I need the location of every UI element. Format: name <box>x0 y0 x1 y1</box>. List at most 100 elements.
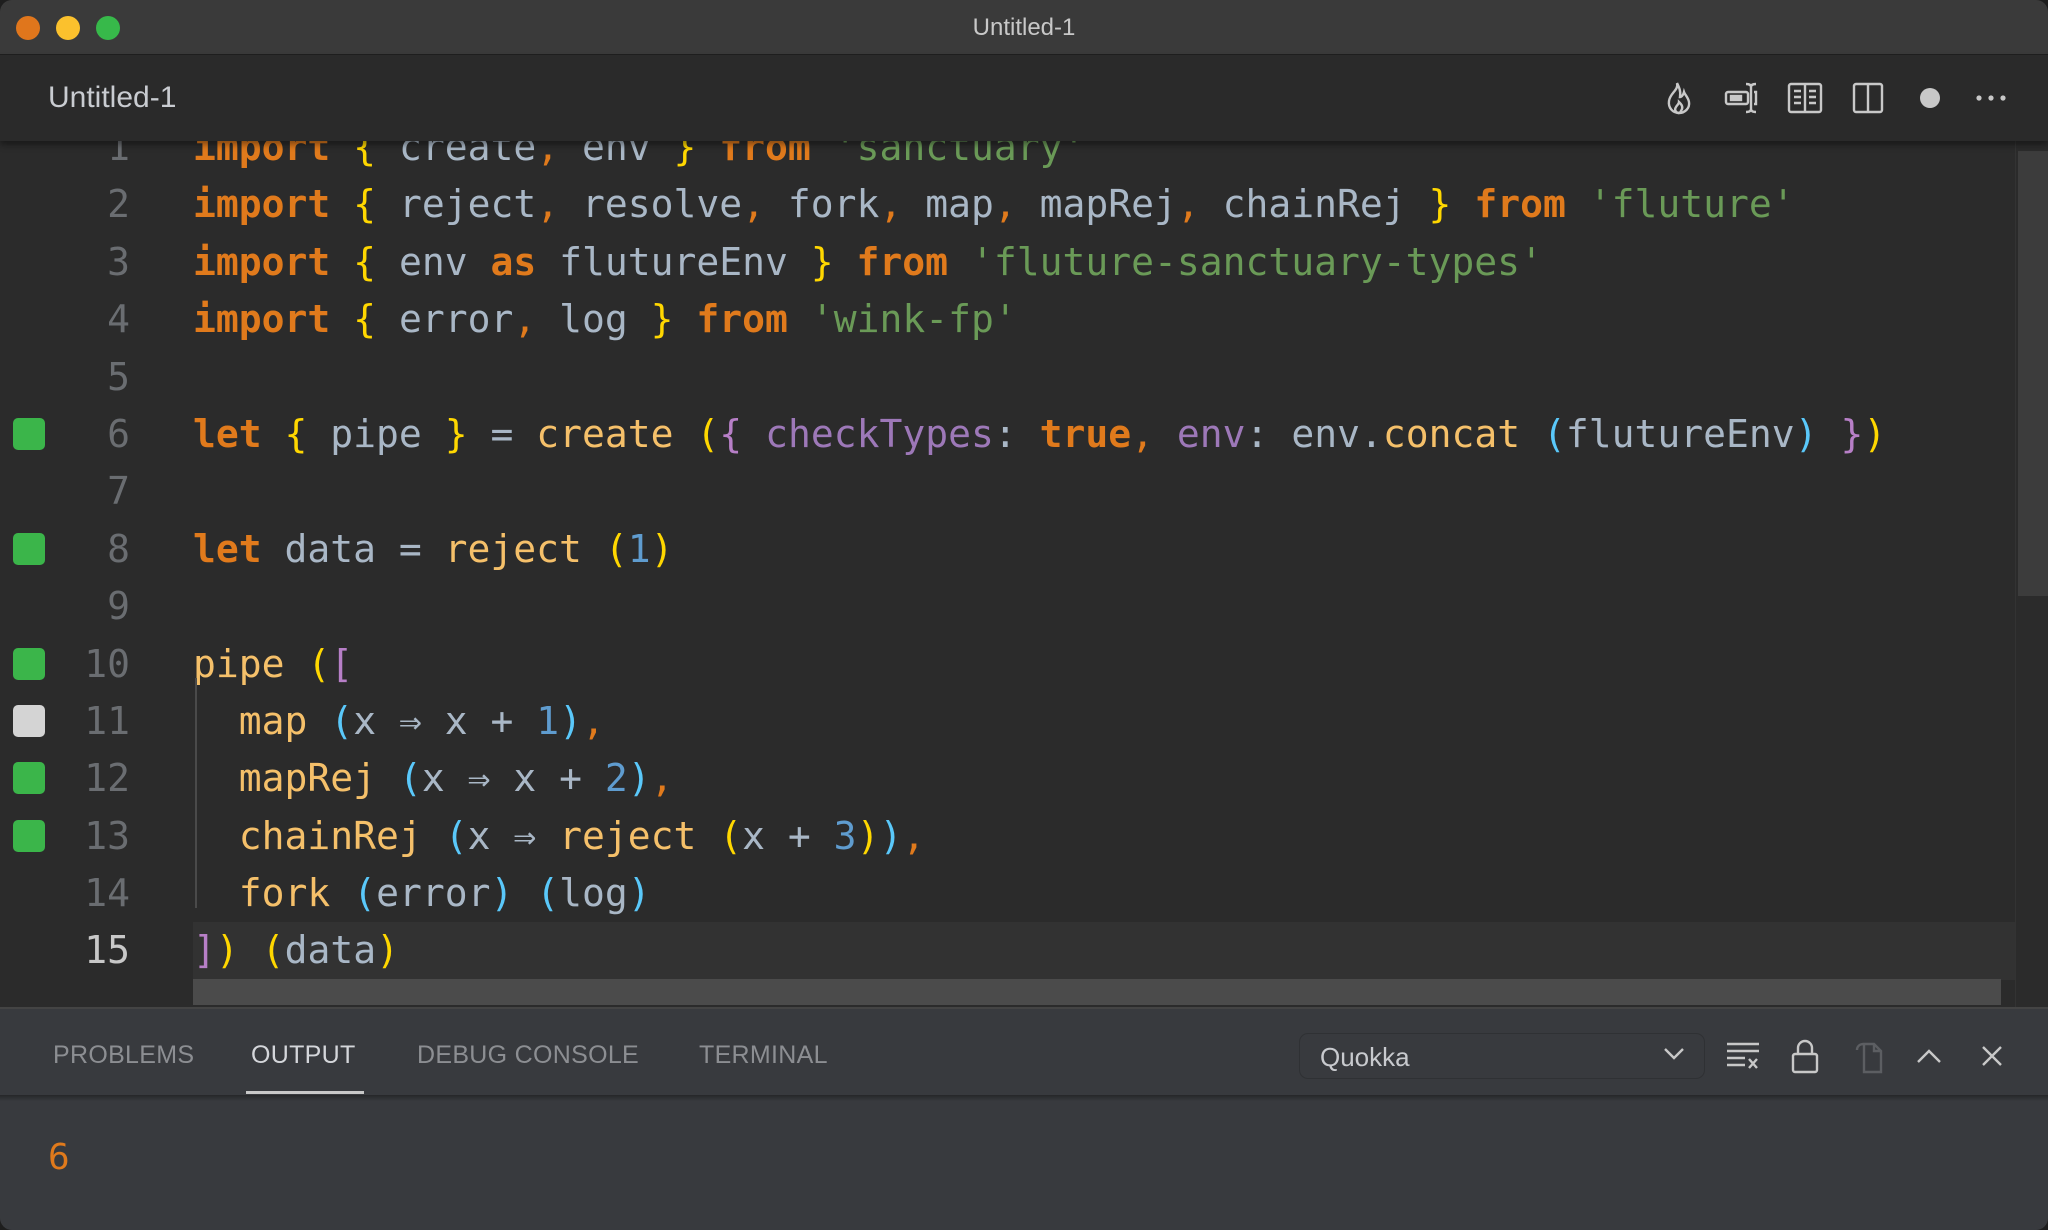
code-token: : <box>993 411 1040 456</box>
coverage-marker-covered <box>13 762 45 795</box>
code-token: , <box>993 182 1017 227</box>
code-line[interactable]: 9 <box>0 578 2015 635</box>
title-bar: Untitled-1 <box>0 0 2048 55</box>
tab-debug-console[interactable]: DEBUG CONSOLE <box>417 1041 639 1070</box>
code-line[interactable]: 12 mapRej (x ⇒ x + 2), <box>0 750 2015 807</box>
code-token: } <box>650 297 674 342</box>
window-title: Untitled-1 <box>972 14 1076 41</box>
line-number: 4 <box>107 297 130 342</box>
split-editor-icon[interactable] <box>1850 79 1886 117</box>
code-token: ( <box>536 871 560 916</box>
code-token: 1 <box>536 698 560 743</box>
code-token: , <box>582 698 605 743</box>
code-token: ) <box>215 928 239 973</box>
code-token: } <box>673 141 697 169</box>
output-channel-select[interactable]: Quokka <box>1299 1033 1705 1079</box>
code-line[interactable]: 10 pipe ([ <box>0 636 2015 693</box>
code-token: ) <box>856 813 880 858</box>
code-token: , <box>536 141 560 169</box>
code-token: as <box>490 239 537 284</box>
code-token: resolve <box>559 182 743 227</box>
lock-scroll-icon[interactable] <box>1786 1037 1824 1075</box>
clear-output-icon[interactable] <box>1724 1037 1762 1075</box>
code-token: ( <box>261 928 285 973</box>
chevron-down-icon <box>1662 1038 1686 1075</box>
vertical-scrollbar[interactable] <box>2015 141 2048 1007</box>
code-line[interactable]: 13 chainRej (x ⇒ reject (x + 3)), <box>0 808 2015 865</box>
code-token: { <box>353 297 377 342</box>
unsaved-dot-icon[interactable] <box>1912 79 1948 117</box>
open-log-icon[interactable] <box>1850 1037 1888 1075</box>
more-actions-icon[interactable] <box>1973 79 2009 117</box>
code-line[interactable]: 1 import { create, env } from 'sanctuary' <box>0 141 2015 176</box>
code-line[interactable]: 6 let { pipe } = create ({ checkTypes: tr… <box>0 406 2015 463</box>
code-line[interactable]: 4 import { error, log } from 'wink-fp' <box>0 291 2015 348</box>
code-token: 'fluture' <box>1588 182 1795 227</box>
code-token: ) <box>650 526 674 571</box>
code-token: ( <box>330 698 354 743</box>
code-token: ] <box>193 928 216 973</box>
code-token: 'sanctuary' <box>833 141 1086 169</box>
scrollbar-thumb[interactable] <box>2018 151 2048 596</box>
code-token: } <box>810 239 834 284</box>
open-preview-icon[interactable] <box>1787 79 1823 117</box>
code-line[interactable]: 11 map (x ⇒ x + 1), <box>0 693 2015 750</box>
quokka-flame-icon[interactable] <box>1661 79 1697 117</box>
code-token: data = <box>261 526 445 571</box>
code-line[interactable]: 7 <box>0 463 2015 520</box>
line-number: 10 <box>84 641 130 686</box>
code-editor[interactable]: 1 import { create, env } from 'sanctuary'… <box>0 141 2048 1007</box>
code-line[interactable]: 14 fork (error) (log) <box>0 865 2015 922</box>
tab-terminal[interactable]: TERMINAL <box>699 1041 828 1070</box>
line-number: 12 <box>84 756 130 801</box>
code-token: ) <box>627 756 651 801</box>
code-token: ) <box>559 698 582 743</box>
close-panel-icon[interactable] <box>1973 1037 2011 1075</box>
code-line[interactable]: 2 import { reject, resolve, fork, map, ma… <box>0 176 2015 233</box>
indent-guide <box>195 678 197 908</box>
code-token: create <box>376 141 537 169</box>
line-code: map (x ⇒ x + 1), <box>193 693 2015 750</box>
horizontal-scrollbar[interactable] <box>193 979 2001 1005</box>
maximize-panel-icon[interactable] <box>1910 1037 1948 1075</box>
code-token: reject <box>376 182 537 227</box>
code-token: = <box>467 411 537 456</box>
tab-output[interactable]: OUTPUT <box>251 1041 356 1070</box>
code-token: ( <box>604 526 628 571</box>
code-token: , <box>879 182 903 227</box>
code-token: pipe <box>193 641 285 686</box>
code-line[interactable]: 15]) (data) <box>0 922 2015 980</box>
code-line[interactable]: 8 let data = reject (1) <box>0 521 2015 578</box>
coverage-marker-partial <box>13 704 45 737</box>
line-code: import { reject, resolve, fork, map, map… <box>193 176 2015 233</box>
tab-problems[interactable]: PROBLEMS <box>53 1041 194 1070</box>
code-token: error <box>376 297 514 342</box>
coverage-marker-covered <box>13 819 45 852</box>
line-code: pipe ([ <box>193 636 2015 693</box>
open-changes-icon[interactable] <box>1724 79 1760 117</box>
code-line[interactable]: 3 import { env as flutureEnv } from 'flut… <box>0 234 2015 291</box>
code-token: env <box>376 239 491 284</box>
code-token: } <box>444 411 468 456</box>
tab-untitled-1[interactable]: Untitled-1 <box>48 81 176 115</box>
code-token: log <box>559 871 628 916</box>
line-number: 14 <box>84 871 130 916</box>
code-token: ) <box>376 928 399 973</box>
code-token: ( <box>353 871 377 916</box>
code-line[interactable]: 5 <box>0 349 2015 406</box>
code-token: 3 <box>833 813 857 858</box>
